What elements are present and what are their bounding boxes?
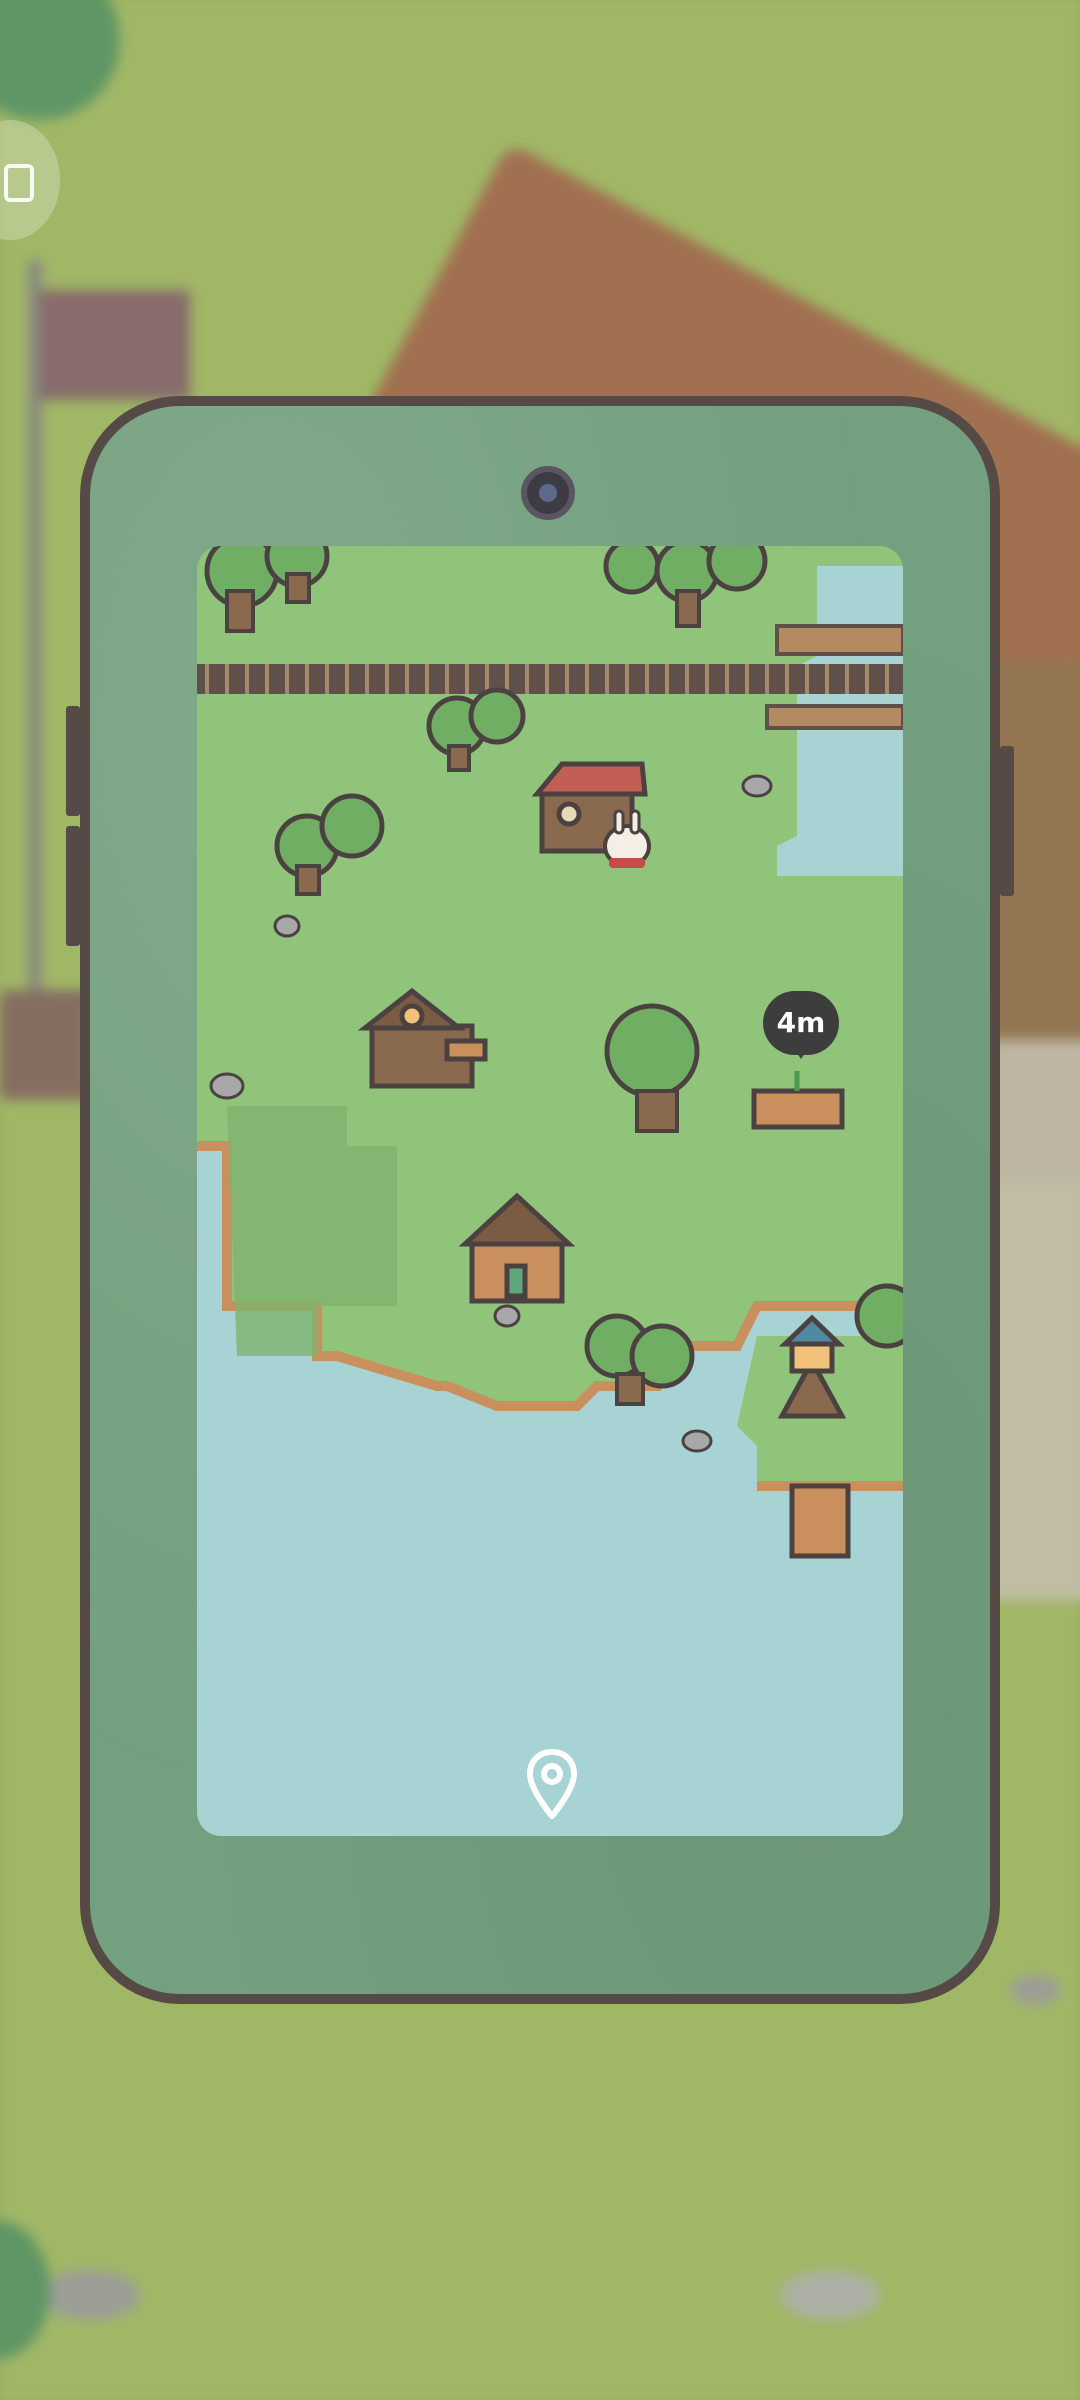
camera-icon bbox=[521, 466, 575, 520]
phone-side-button bbox=[66, 826, 80, 946]
distance-badge: 4m bbox=[763, 991, 839, 1059]
phone-device: 4m bbox=[66, 396, 1014, 2004]
phone-side-button bbox=[1000, 746, 1014, 896]
square-icon bbox=[4, 164, 34, 202]
map-screen[interactable]: 4m bbox=[197, 546, 903, 1836]
location-pin-icon[interactable] bbox=[522, 1746, 582, 1826]
island-map[interactable] bbox=[197, 546, 903, 1836]
phone-side-button bbox=[66, 706, 80, 816]
